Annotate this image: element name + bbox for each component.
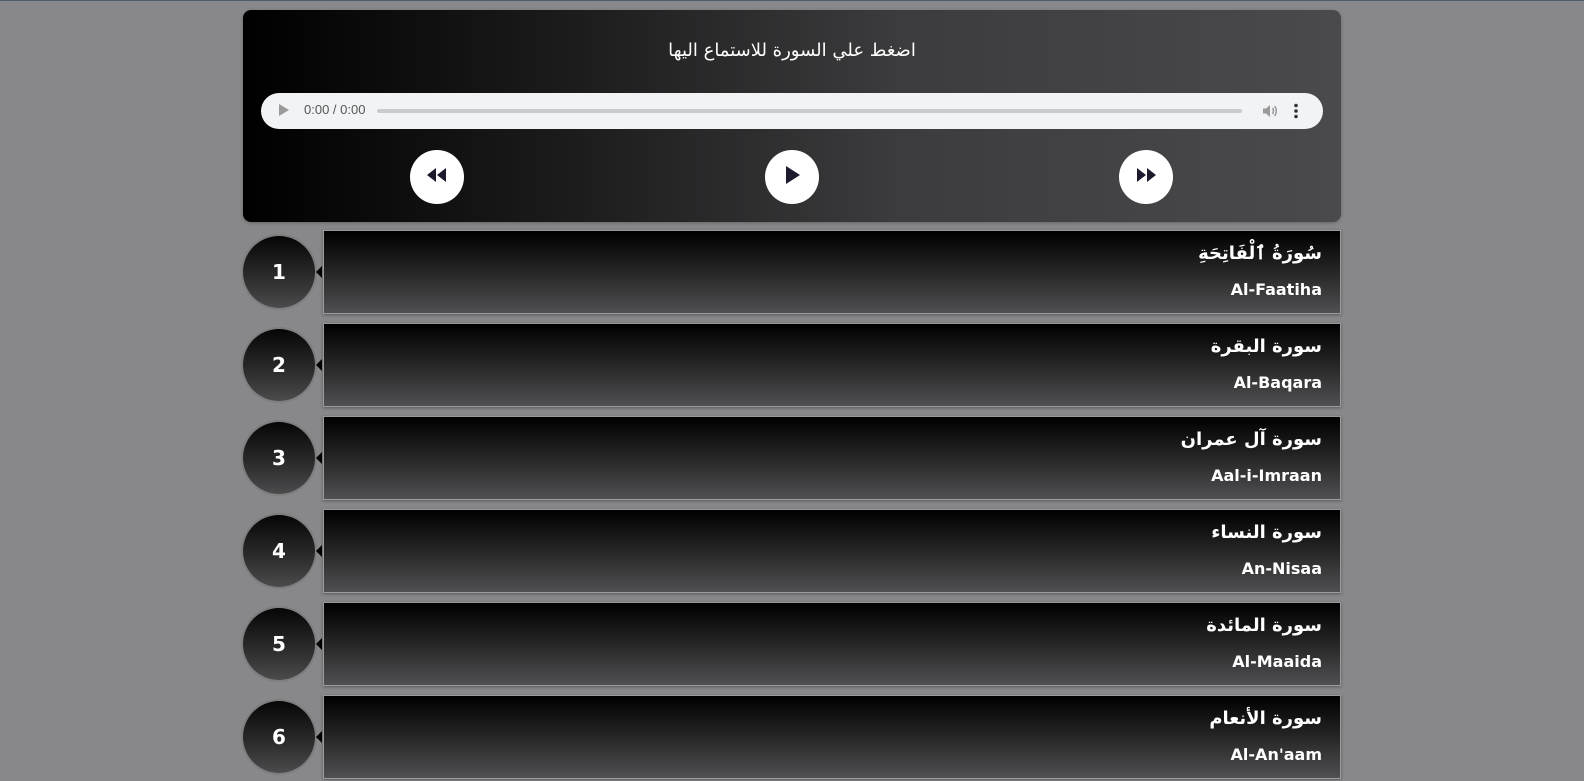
surah-list-item[interactable]: 2 سورة البقرة Al-Baqara [243,323,1341,409]
surah-card[interactable]: سورة البقرة Al-Baqara [323,323,1341,407]
play-button[interactable] [765,150,819,204]
surah-number-badge: 4 [243,515,315,587]
top-border-line [0,0,1584,1]
number-badge-pointer [316,731,322,743]
surah-number-badge: 1 [243,236,315,308]
play-icon [783,165,801,189]
surah-arabic-name: سورة البقرة [1210,336,1322,357]
player-instruction-text: اضغط علي السورة للاستماع اليها [668,40,916,61]
surah-number-badge: 5 [243,608,315,680]
number-badge-pointer [316,638,322,650]
surah-list-item[interactable]: 3 سورة آل عمران Aal-i-Imraan [243,416,1341,502]
number-badge-pointer [316,266,322,278]
surah-english-name: Al-Faatiha [1230,280,1322,299]
surah-english-name: Al-Baqara [1233,373,1322,392]
rewind-button[interactable] [410,150,464,204]
surah-english-name: Al-An'aam [1230,745,1322,764]
surah-card[interactable]: سورة الأنعام Al-An'aam [323,695,1341,779]
surah-arabic-name: سورة النساء [1211,522,1322,543]
surah-english-name: Al-Maaida [1232,652,1322,671]
surah-list-item[interactable]: 6 سورة الأنعام Al-An'aam [243,695,1341,781]
surah-arabic-name: سورة آل عمران [1180,429,1322,450]
surah-english-name: Aal-i-Imraan [1211,466,1322,485]
surah-card[interactable]: سورة آل عمران Aal-i-Imraan [323,416,1341,500]
audio-time-display: 0:00 / 0:00 [304,102,366,117]
more-options-icon[interactable] [1286,101,1306,121]
surah-number-badge: 3 [243,422,315,494]
surah-card[interactable]: سورة النساء An-Nisaa [323,509,1341,593]
audio-player-card: اضغط علي السورة للاستماع اليها 0:00 / 0:… [243,10,1341,222]
surah-number-badge: 6 [243,701,315,773]
surah-card[interactable]: سُورَةُ ٱلْفَاتِحَةِ Al-Faatiha [323,230,1341,314]
audio-play-icon[interactable] [279,104,289,116]
fast-forward-button[interactable] [1119,150,1173,204]
audio-progress-track[interactable] [377,109,1242,113]
surah-list-item[interactable]: 5 سورة المائدة Al-Maaida [243,602,1341,688]
number-badge-pointer [316,359,322,371]
surah-list-item[interactable]: 4 سورة النساء An-Nisaa [243,509,1341,595]
number-badge-pointer [316,545,322,557]
surah-arabic-name: سورة الأنعام [1209,708,1322,729]
number-badge-pointer [316,452,322,464]
fast-forward-icon [1135,167,1157,187]
audio-element[interactable]: 0:00 / 0:00 [261,93,1323,129]
rewind-icon [426,167,448,187]
surah-list-item[interactable]: 1 سُورَةُ ٱلْفَاتِحَةِ Al-Faatiha [243,230,1341,316]
surah-arabic-name: سُورَةُ ٱلْفَاتِحَةِ [1198,243,1322,264]
surah-arabic-name: سورة المائدة [1206,615,1322,636]
surah-english-name: An-Nisaa [1241,559,1322,578]
surah-number-badge: 2 [243,329,315,401]
volume-icon[interactable] [1261,102,1279,120]
surah-card[interactable]: سورة المائدة Al-Maaida [323,602,1341,686]
